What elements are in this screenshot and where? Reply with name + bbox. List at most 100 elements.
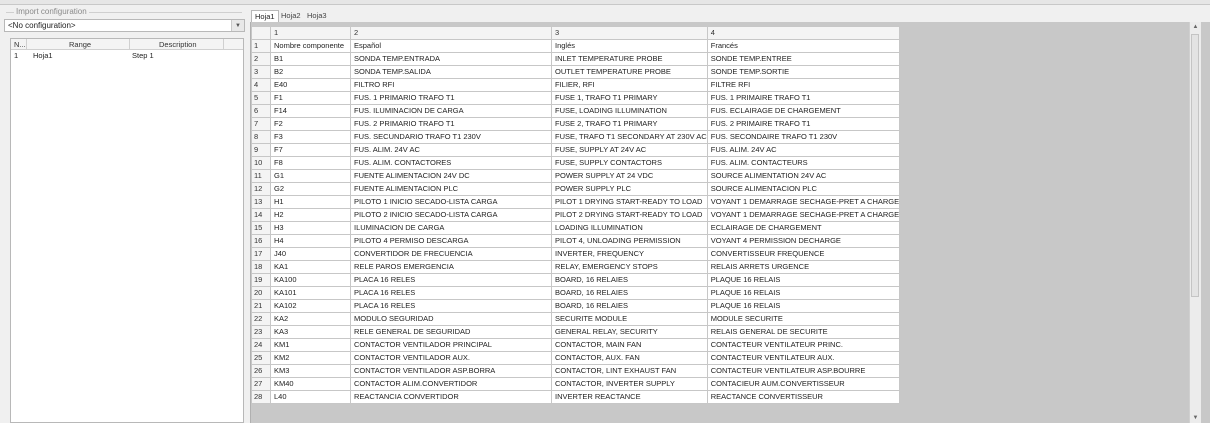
row-header[interactable]: 26 — [251, 364, 271, 378]
grid-cell[interactable]: FUS. ALIM. 24V AC — [706, 143, 901, 157]
table-row[interactable]: 11 G1 FUENTE ALIMENTACION 24V DC POWER SUPP… — [251, 169, 901, 183]
grid-cell[interactable]: FILTRO RFI — [350, 78, 552, 92]
row-header[interactable]: 10 — [251, 156, 271, 170]
grid-cell[interactable]: Nombre componente — [270, 39, 351, 53]
grid-cell[interactable]: VOYANT 4 PERMISSION DECHARGE — [706, 234, 901, 248]
grid-cell[interactable]: FUENTE ALIMENTACION PLC — [350, 182, 552, 196]
tab-hoja3[interactable]: Hoja3 — [304, 10, 330, 22]
grid-cell[interactable]: FUS. SECUNDARIO TRAFO T1 230V — [350, 130, 552, 144]
row-header[interactable]: 28 — [251, 390, 271, 404]
row-header[interactable]: 8 — [251, 130, 271, 144]
row-header[interactable]: 19 — [251, 273, 271, 287]
column-header-description[interactable]: Description — [159, 40, 197, 49]
grid-cell[interactable]: FILIER, RFI — [551, 78, 708, 92]
grid-cell[interactable]: GENERAL RELAY, SECURITY — [551, 325, 708, 339]
grid-cell[interactable]: B1 — [270, 52, 351, 66]
column-header-2[interactable]: 2 — [350, 26, 552, 40]
grid-cell[interactable]: RELE PAROS EMERGENCIA — [350, 260, 552, 274]
row-header[interactable]: 15 — [251, 221, 271, 235]
tab-hoja2[interactable]: Hoja2 — [278, 10, 304, 22]
grid-cell[interactable]: CONVERTIDOR DE FRECUENCIA — [350, 247, 552, 261]
grid-cell[interactable]: KA2 — [270, 312, 351, 326]
grid-cell[interactable]: H1 — [270, 195, 351, 209]
grid-cell[interactable]: PILOT 1 DRYING START-READY TO LOAD — [551, 195, 708, 209]
grid-cell[interactable]: CONVERTISSEUR FREQUENCE — [706, 247, 901, 261]
table-row[interactable]: 12 G2 FUENTE ALIMENTACION PLC POWER SUPPLY … — [251, 182, 901, 196]
grid-cell[interactable]: CONTACTOR, INVERTER SUPPLY — [551, 377, 708, 391]
spreadsheet-grid[interactable]: 1 2 3 4 1 Nombre componente Español Inglés Franc… — [251, 26, 901, 404]
row-header[interactable]: 27 — [251, 377, 271, 391]
grid-cell[interactable]: FUS. ALIM. CONTACTORES — [350, 156, 552, 170]
row-header[interactable]: 11 — [251, 169, 271, 183]
grid-corner-cell[interactable] — [251, 26, 271, 40]
grid-cell[interactable]: ILUMINACION DE CARGA — [350, 221, 552, 235]
row-header[interactable]: 17 — [251, 247, 271, 261]
table-row[interactable]: 19 KA100 PLACA 16 RELES BOARD, 16 RELAIES PL… — [251, 273, 901, 287]
grid-cell[interactable]: FUSE, SUPPLY AT 24V AC — [551, 143, 708, 157]
table-row[interactable]: 22 KA2 MODULO SEGURIDAD SECURITE MODULE MODU… — [251, 312, 901, 326]
table-row[interactable]: 26 KM3 CONTACTOR VENTILADOR ASP.BORRA CONTA… — [251, 364, 901, 378]
grid-cell[interactable]: KA1 — [270, 260, 351, 274]
grid-cell[interactable]: J40 — [270, 247, 351, 261]
grid-cell[interactable]: OUTLET TEMPERATURE PROBE — [551, 65, 708, 79]
grid-cell[interactable]: BOARD, 16 RELAIES — [551, 299, 708, 313]
grid-cell[interactable]: KM40 — [270, 377, 351, 391]
grid-cell[interactable]: Español — [350, 39, 552, 53]
grid-cell[interactable]: FUS. ILUMINACION DE CARGA — [350, 104, 552, 118]
row-header[interactable]: 22 — [251, 312, 271, 326]
scroll-down-icon[interactable]: ▼ — [1190, 413, 1201, 423]
grid-cell[interactable]: SECURITE MODULE — [551, 312, 708, 326]
table-row[interactable]: 4 E40 FILTRO RFI FILIER, RFI FILTRE RFI — [251, 78, 901, 92]
grid-cell[interactable]: CONTACTOR VENTILADOR ASP.BORRA — [350, 364, 552, 378]
grid-cell[interactable]: FUS. 1 PRIMARIO TRAFO T1 — [350, 91, 552, 105]
grid-cell[interactable]: FUSE 1, TRAFO T1 PRIMARY — [551, 91, 708, 105]
grid-cell[interactable]: FUENTE ALIMENTACION 24V DC — [350, 169, 552, 183]
table-row[interactable]: 6 F14 FUS. ILUMINACION DE CARGA FUSE, LOADI… — [251, 104, 901, 118]
column-header-1[interactable]: 1 — [270, 26, 351, 40]
table-row[interactable]: 27 KM40 CONTACTOR ALIM.CONVERTIDOR CONTACTO… — [251, 377, 901, 391]
grid-cell[interactable]: CONTACTEUR VENTILATEUR PRINC. — [706, 338, 901, 352]
row-header[interactable]: 7 — [251, 117, 271, 131]
grid-cell[interactable]: CONTACTOR, AUX. FAN — [551, 351, 708, 365]
row-header[interactable]: 21 — [251, 299, 271, 313]
row-header[interactable]: 3 — [251, 65, 271, 79]
table-row[interactable]: 2 B1 SONDA TEMP.ENTRADA INLET TEMPERATURE P… — [251, 52, 901, 66]
grid-cell[interactable]: CONTACTOR VENTILADOR PRINCIPAL — [350, 338, 552, 352]
grid-cell[interactable]: CONTACTEUR VENTILATEUR AUX. — [706, 351, 901, 365]
grid-cell[interactable]: FUSE 2, TRAFO T1 PRIMARY — [551, 117, 708, 131]
column-header-4[interactable]: 4 — [706, 26, 901, 40]
grid-cell[interactable]: SONDE TEMP.SORTIE — [706, 65, 901, 79]
grid-cell[interactable]: MODULE SECURITE — [706, 312, 901, 326]
grid-cell[interactable]: PLACA 16 RELES — [350, 286, 552, 300]
grid-cell[interactable]: RELAIS ARRETS URGENCE — [706, 260, 901, 274]
row-header[interactable]: 24 — [251, 338, 271, 352]
grid-cell[interactable]: CONTACTOR ALIM.CONVERTIDOR — [350, 377, 552, 391]
configuration-combo[interactable]: <No configuration> ▼ — [4, 19, 245, 32]
grid-cell[interactable]: ECLAIRAGE DE CHARGEMENT — [706, 221, 901, 235]
grid-cell[interactable]: SONDA TEMP.SALIDA — [350, 65, 552, 79]
row-header[interactable]: 6 — [251, 104, 271, 118]
row-header[interactable]: 9 — [251, 143, 271, 157]
table-row[interactable]: 21 KA102 PLACA 16 RELES BOARD, 16 RELAIES PL… — [251, 299, 901, 313]
grid-cell[interactable]: BOARD, 16 RELAIES — [551, 286, 708, 300]
vertical-scrollbar[interactable]: ▲ ▼ — [1189, 22, 1201, 423]
grid-cell[interactable]: BOARD, 16 RELAIES — [551, 273, 708, 287]
grid-cell[interactable]: G2 — [270, 182, 351, 196]
table-row[interactable]: 7 F2 FUS. 2 PRIMARIO TRAFO T1 FUSE 2, TRAFO… — [251, 117, 901, 131]
grid-cell[interactable]: PLAQUE 16 RELAIS — [706, 286, 901, 300]
grid-cell[interactable]: CONTACIEUR AUM.CONVERTISSEUR — [706, 377, 901, 391]
grid-cell[interactable]: INVERTER, FREQUENCY — [551, 247, 708, 261]
grid-cell[interactable]: H3 — [270, 221, 351, 235]
grid-cell[interactable]: KM1 — [270, 338, 351, 352]
grid-cell[interactable]: VOYANT 1 DEMARRAGE SECHAGE-PRET A CHARGE — [706, 195, 901, 209]
scrollbar-thumb[interactable] — [1191, 34, 1199, 297]
grid-cell[interactable]: PLAQUE 16 RELAIS — [706, 273, 901, 287]
grid-cell[interactable]: Inglés — [551, 39, 708, 53]
table-row[interactable]: 23 KA3 RELE GENERAL DE SEGURIDAD GENERAL RE… — [251, 325, 901, 339]
grid-cell[interactable]: PILOT 4, UNLOADING PERMISSION — [551, 234, 708, 248]
grid-cell[interactable]: B2 — [270, 65, 351, 79]
grid-cell[interactable]: POWER SUPPLY PLC — [551, 182, 708, 196]
grid-cell[interactable]: F1 — [270, 91, 351, 105]
grid-cell[interactable]: F3 — [270, 130, 351, 144]
grid-cell[interactable]: LOADING ILLUMINATION — [551, 221, 708, 235]
